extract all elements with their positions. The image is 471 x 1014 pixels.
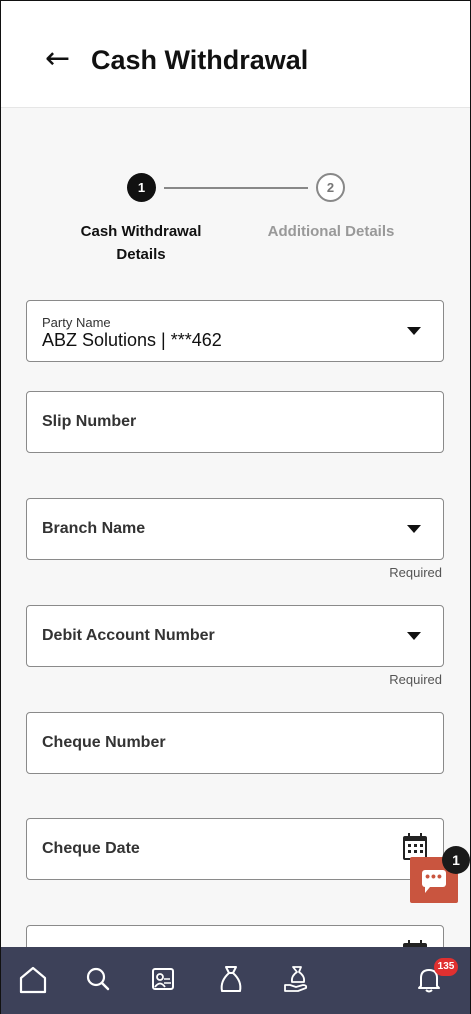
cheque-number-input[interactable]: Cheque Number <box>26 712 444 774</box>
branch-name-required-hint: Required <box>389 565 442 580</box>
header: ← Cash Withdrawal <box>1 1 470 108</box>
debit-account-select[interactable]: Debit Account Number <box>26 605 444 667</box>
chat-count-badge: 1 <box>442 846 470 874</box>
app-screen: ← Cash Withdrawal 1 2 Cash Withdrawal De… <box>0 0 471 1014</box>
step-1-indicator: 1 <box>127 173 156 202</box>
slip-number-label: Slip Number <box>42 413 137 430</box>
chevron-down-icon <box>407 525 421 533</box>
loan-icon[interactable] <box>278 961 314 997</box>
party-name-value: ABZ Solutions | ***462 <box>42 330 222 350</box>
step-2-label: Additional Details <box>267 223 395 240</box>
chat-icon: ••• <box>422 869 446 893</box>
slip-number-input[interactable]: Slip Number <box>26 391 444 453</box>
home-icon[interactable] <box>15 961 51 997</box>
branch-name-select[interactable]: Branch Name <box>26 498 444 560</box>
search-icon[interactable] <box>80 961 116 997</box>
party-name-label: Party Name <box>42 315 111 330</box>
cheque-date-label: Cheque Date <box>42 840 140 857</box>
chevron-down-icon <box>407 632 421 640</box>
step-1-label: Cash Withdrawal Details <box>80 223 202 263</box>
cheque-number-label: Cheque Number <box>42 734 166 751</box>
notification-badge: 135 <box>434 958 458 976</box>
stepper-connector <box>164 187 308 189</box>
chevron-down-icon <box>407 327 421 335</box>
cheque-date-input[interactable]: Cheque Date <box>26 818 444 880</box>
back-arrow-icon[interactable]: ← <box>45 39 70 79</box>
bottom-nav <box>1 947 470 1014</box>
party-name-select[interactable]: Party Name ABZ Solutions | ***462 <box>26 300 444 362</box>
debit-account-label: Debit Account Number <box>42 627 215 644</box>
step-2-indicator: 2 <box>316 173 345 202</box>
branch-name-label: Branch Name <box>42 520 146 537</box>
accounts-icon[interactable] <box>145 961 181 997</box>
bag-icon[interactable] <box>213 961 249 997</box>
debit-account-required-hint: Required <box>389 672 442 687</box>
page-title: Cash Withdrawal <box>91 45 309 75</box>
